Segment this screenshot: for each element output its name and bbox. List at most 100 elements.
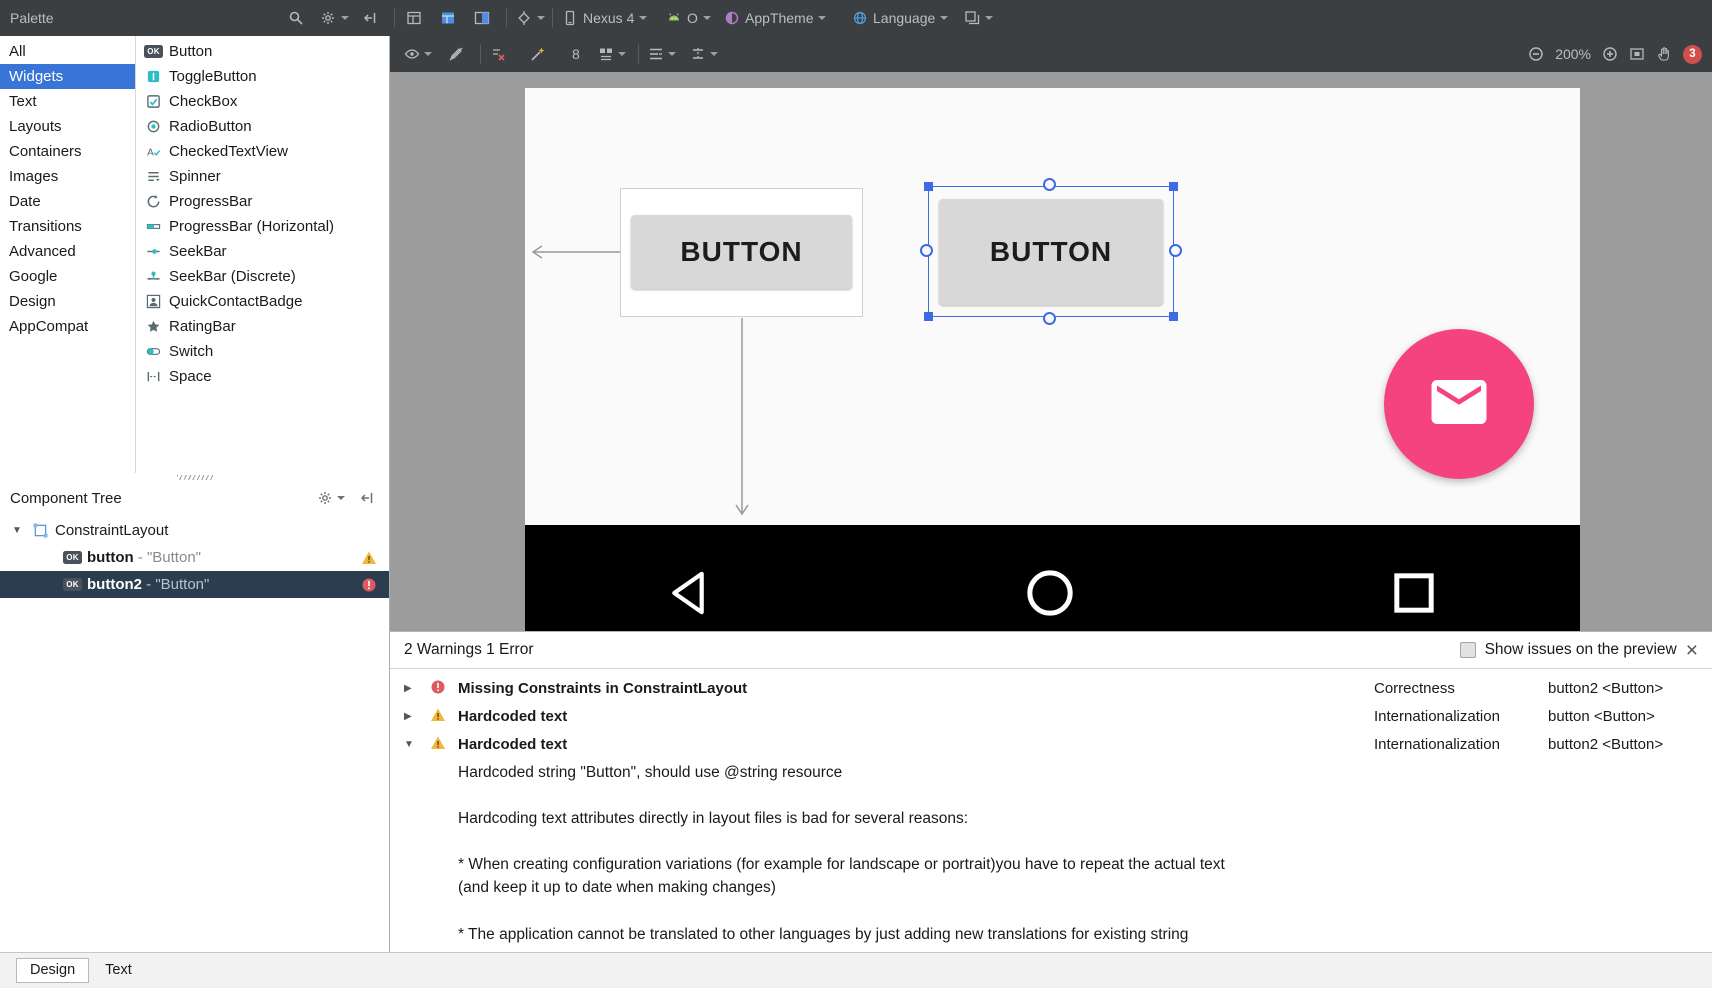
constraint-anchor-left[interactable] [920,243,933,257]
language-selector[interactable]: Language [852,0,949,36]
palette-category-google[interactable]: Google [0,264,135,289]
button1-bounds[interactable]: BUTTON [620,188,863,317]
palette-widget-space[interactable]: Space [137,364,389,389]
tree-node-button[interactable]: OK button - "Button" [0,544,389,571]
palette-category-containers[interactable]: Containers [0,139,135,164]
top-toolbar: Palette Nexus 4 O AppTheme Language [0,0,1712,36]
orientation-icon[interactable] [516,0,545,36]
globe-icon [852,10,868,26]
issue-row-missing-constraints[interactable]: ▶ Missing Constraints in ConstraintLayou… [390,674,1712,702]
fab-email-button[interactable] [1384,329,1534,479]
theme-selector-label: AppTheme [745,10,814,26]
palette-widget-progressbar-horizontal[interactable]: ProgressBar (Horizontal) [137,214,389,239]
palette-settings-gear-icon[interactable] [320,0,349,36]
tree-node-label: button2 [87,576,142,593]
panel-splitter[interactable] [0,473,389,481]
palette-widget-checkbox[interactable]: CheckBox [137,89,389,114]
tab-design[interactable]: Design [16,958,90,983]
expand-arrow-icon[interactable]: ▶ [404,683,420,694]
align-icon[interactable] [648,36,676,72]
component-tree-gear-icon[interactable] [317,490,345,506]
device-selector[interactable]: Nexus 4 [562,0,648,36]
palette-widget-checkedtextview[interactable]: A CheckedTextView [137,139,389,164]
view-both-mode-icon[interactable] [474,0,490,36]
resize-handle-bottom-right[interactable] [1169,312,1178,321]
palette-category-advanced[interactable]: Advanced [0,239,135,264]
clear-constraints-icon[interactable] [490,36,506,72]
widget-label: Space [169,368,212,385]
palette-category-all[interactable]: All [0,39,135,64]
checkbox-widget-icon [145,93,162,110]
palette-category-images[interactable]: Images [0,164,135,189]
show-constraints-eye-icon[interactable] [404,36,432,72]
zoom-out-button[interactable] [1528,46,1544,62]
palette-category-layouts[interactable]: Layouts [0,114,135,139]
canvas-button1[interactable]: BUTTON [631,215,852,289]
guideline-icon[interactable] [690,36,718,72]
issue-row-hardcoded-text-button2[interactable]: ▼ Hardcoded text Internationalization bu… [390,730,1712,758]
palette-widget-spinner[interactable]: Spinner [137,164,389,189]
togglebutton-widget-icon [145,68,162,85]
resize-handle-top-left[interactable] [924,182,933,191]
component-tree-header: Component Tree [0,481,389,515]
resize-handle-top-right[interactable] [1169,182,1178,191]
palette-widget-progressbar[interactable]: ProgressBar [137,189,389,214]
constraint-anchor-right[interactable] [1169,243,1182,257]
expand-arrow-icon[interactable]: ▶ [404,711,420,722]
palette-category-appcompat[interactable]: AppCompat [0,314,135,339]
palette-category-text[interactable]: Text [0,89,135,114]
palette-widget-button[interactable]: OK Button [137,39,389,64]
autoconnect-icon[interactable] [448,36,464,72]
resize-handle-bottom-left[interactable] [924,312,933,321]
infer-constraints-icon[interactable] [530,36,546,72]
zoom-in-button[interactable] [1602,46,1618,62]
palette-widget-ratingbar[interactable]: RatingBar [137,314,389,339]
palette-widget-seekbar[interactable]: SeekBar [137,239,389,264]
toolbar-separator [394,8,395,28]
constraint-anchor-top[interactable] [1043,178,1056,191]
palette-widget-togglebutton[interactable]: ToggleButton [137,64,389,89]
widget-label: SeekBar (Discrete) [169,268,296,285]
close-panel-icon[interactable]: × [1686,640,1698,661]
collapse-arrow-icon[interactable]: ▼ [404,739,420,750]
show-issues-checkbox[interactable] [1459,642,1476,658]
component-tree-pin-icon[interactable] [359,490,375,506]
issue-component: button2 <Button> [1548,679,1664,697]
nav-home-icon [1026,569,1074,621]
button2-selection[interactable]: BUTTON [920,178,1182,325]
pan-hand-button[interactable] [1656,46,1672,62]
virtual-screens-icon[interactable] [964,0,993,36]
issue-count-badge[interactable]: 3 [1683,44,1702,64]
default-margin-button[interactable]: 8 [572,36,580,72]
theme-selector[interactable]: AppTheme [724,0,827,36]
issue-category: Internationalization [1374,735,1500,753]
api-selector[interactable]: O [666,0,711,36]
view-design-mode-icon[interactable] [406,0,422,36]
widget-label: Button [169,43,213,60]
palette-widget-switch[interactable]: Switch [137,339,389,364]
widget-label: RadioButton [169,118,252,135]
palette-widget-quickcontactbadge[interactable]: QuickContactBadge [137,289,389,314]
zoom-to-fit-button[interactable] [1629,46,1645,62]
hide-panel-pin-icon[interactable] [362,0,378,36]
android-studio-layout-editor: Palette Nexus 4 O AppTheme Language All … [0,0,1712,988]
constraint-anchor-bottom[interactable] [1043,312,1056,325]
palette-widget-radiobutton[interactable]: RadioButton [137,114,389,139]
palette-category-date[interactable]: Date [0,189,135,214]
palette-category-widgets[interactable]: Widgets [0,64,135,89]
pack-icon[interactable] [598,36,626,72]
search-icon[interactable] [288,0,304,36]
design-canvas[interactable]: BUTTON BUTTON [390,72,1712,631]
issue-row-hardcoded-text-button[interactable]: ▶ Hardcoded text Internationalization bu… [390,702,1712,730]
button-node-icon: OK [63,576,82,593]
warning-icon [430,735,448,753]
palette-category-design[interactable]: Design [0,289,135,314]
tab-text[interactable]: Text [91,958,146,983]
tree-node-constraintlayout[interactable]: ▼ ConstraintLayout [0,517,389,544]
expand-arrow-icon[interactable]: ▼ [12,525,26,536]
tree-node-button2[interactable]: OK button2 - "Button" [0,571,389,598]
canvas-button2[interactable]: BUTTON [939,199,1163,305]
palette-widget-seekbar-discrete[interactable]: SeekBar (Discrete) [137,264,389,289]
view-blueprint-mode-icon[interactable] [440,0,456,36]
palette-category-transitions[interactable]: Transitions [0,214,135,239]
